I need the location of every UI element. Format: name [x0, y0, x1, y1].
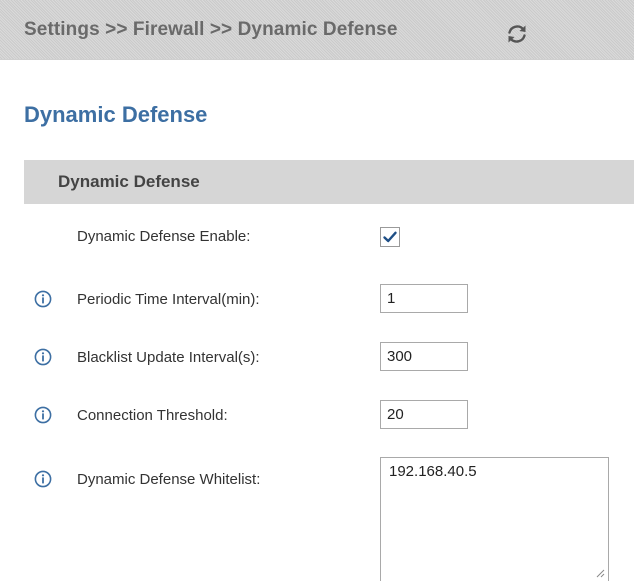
connection-threshold-row: Connection Threshold: — [0, 400, 634, 430]
enable-checkbox[interactable] — [380, 227, 400, 247]
info-icon[interactable] — [34, 290, 52, 308]
periodic-interval-row: Periodic Time Interval(min): — [0, 284, 634, 314]
resize-grip-icon[interactable] — [595, 568, 605, 578]
breadcrumb-bar: Settings >> Firewall >> Dynamic Defense — [0, 0, 634, 60]
periodic-interval-input[interactable] — [380, 284, 468, 313]
info-icon[interactable] — [34, 348, 52, 366]
connection-threshold-input[interactable] — [380, 400, 468, 429]
enable-label: Dynamic Defense Enable: — [77, 228, 251, 245]
page-title: Dynamic Defense — [24, 102, 208, 127]
blacklist-interval-input[interactable] — [380, 342, 468, 371]
whitelist-label: Dynamic Defense Whitelist: — [77, 471, 261, 488]
enable-row: Dynamic Defense Enable: — [0, 226, 634, 250]
connection-threshold-label: Connection Threshold: — [77, 407, 228, 424]
section-header: Dynamic Defense — [24, 160, 634, 204]
info-icon[interactable] — [34, 470, 52, 488]
refresh-icon[interactable] — [505, 22, 529, 46]
blacklist-interval-row: Blacklist Update Interval(s): — [0, 342, 634, 372]
checkmark-icon — [383, 231, 397, 243]
blacklist-interval-label: Blacklist Update Interval(s): — [77, 349, 260, 366]
section-title: Dynamic Defense — [58, 172, 200, 191]
whitelist-value: 192.168.40.5 — [389, 463, 477, 480]
whitelist-textarea[interactable]: 192.168.40.5 — [380, 457, 609, 581]
breadcrumb: Settings >> Firewall >> Dynamic Defense — [24, 19, 398, 40]
info-icon[interactable] — [34, 406, 52, 424]
periodic-interval-label: Periodic Time Interval(min): — [77, 291, 260, 308]
